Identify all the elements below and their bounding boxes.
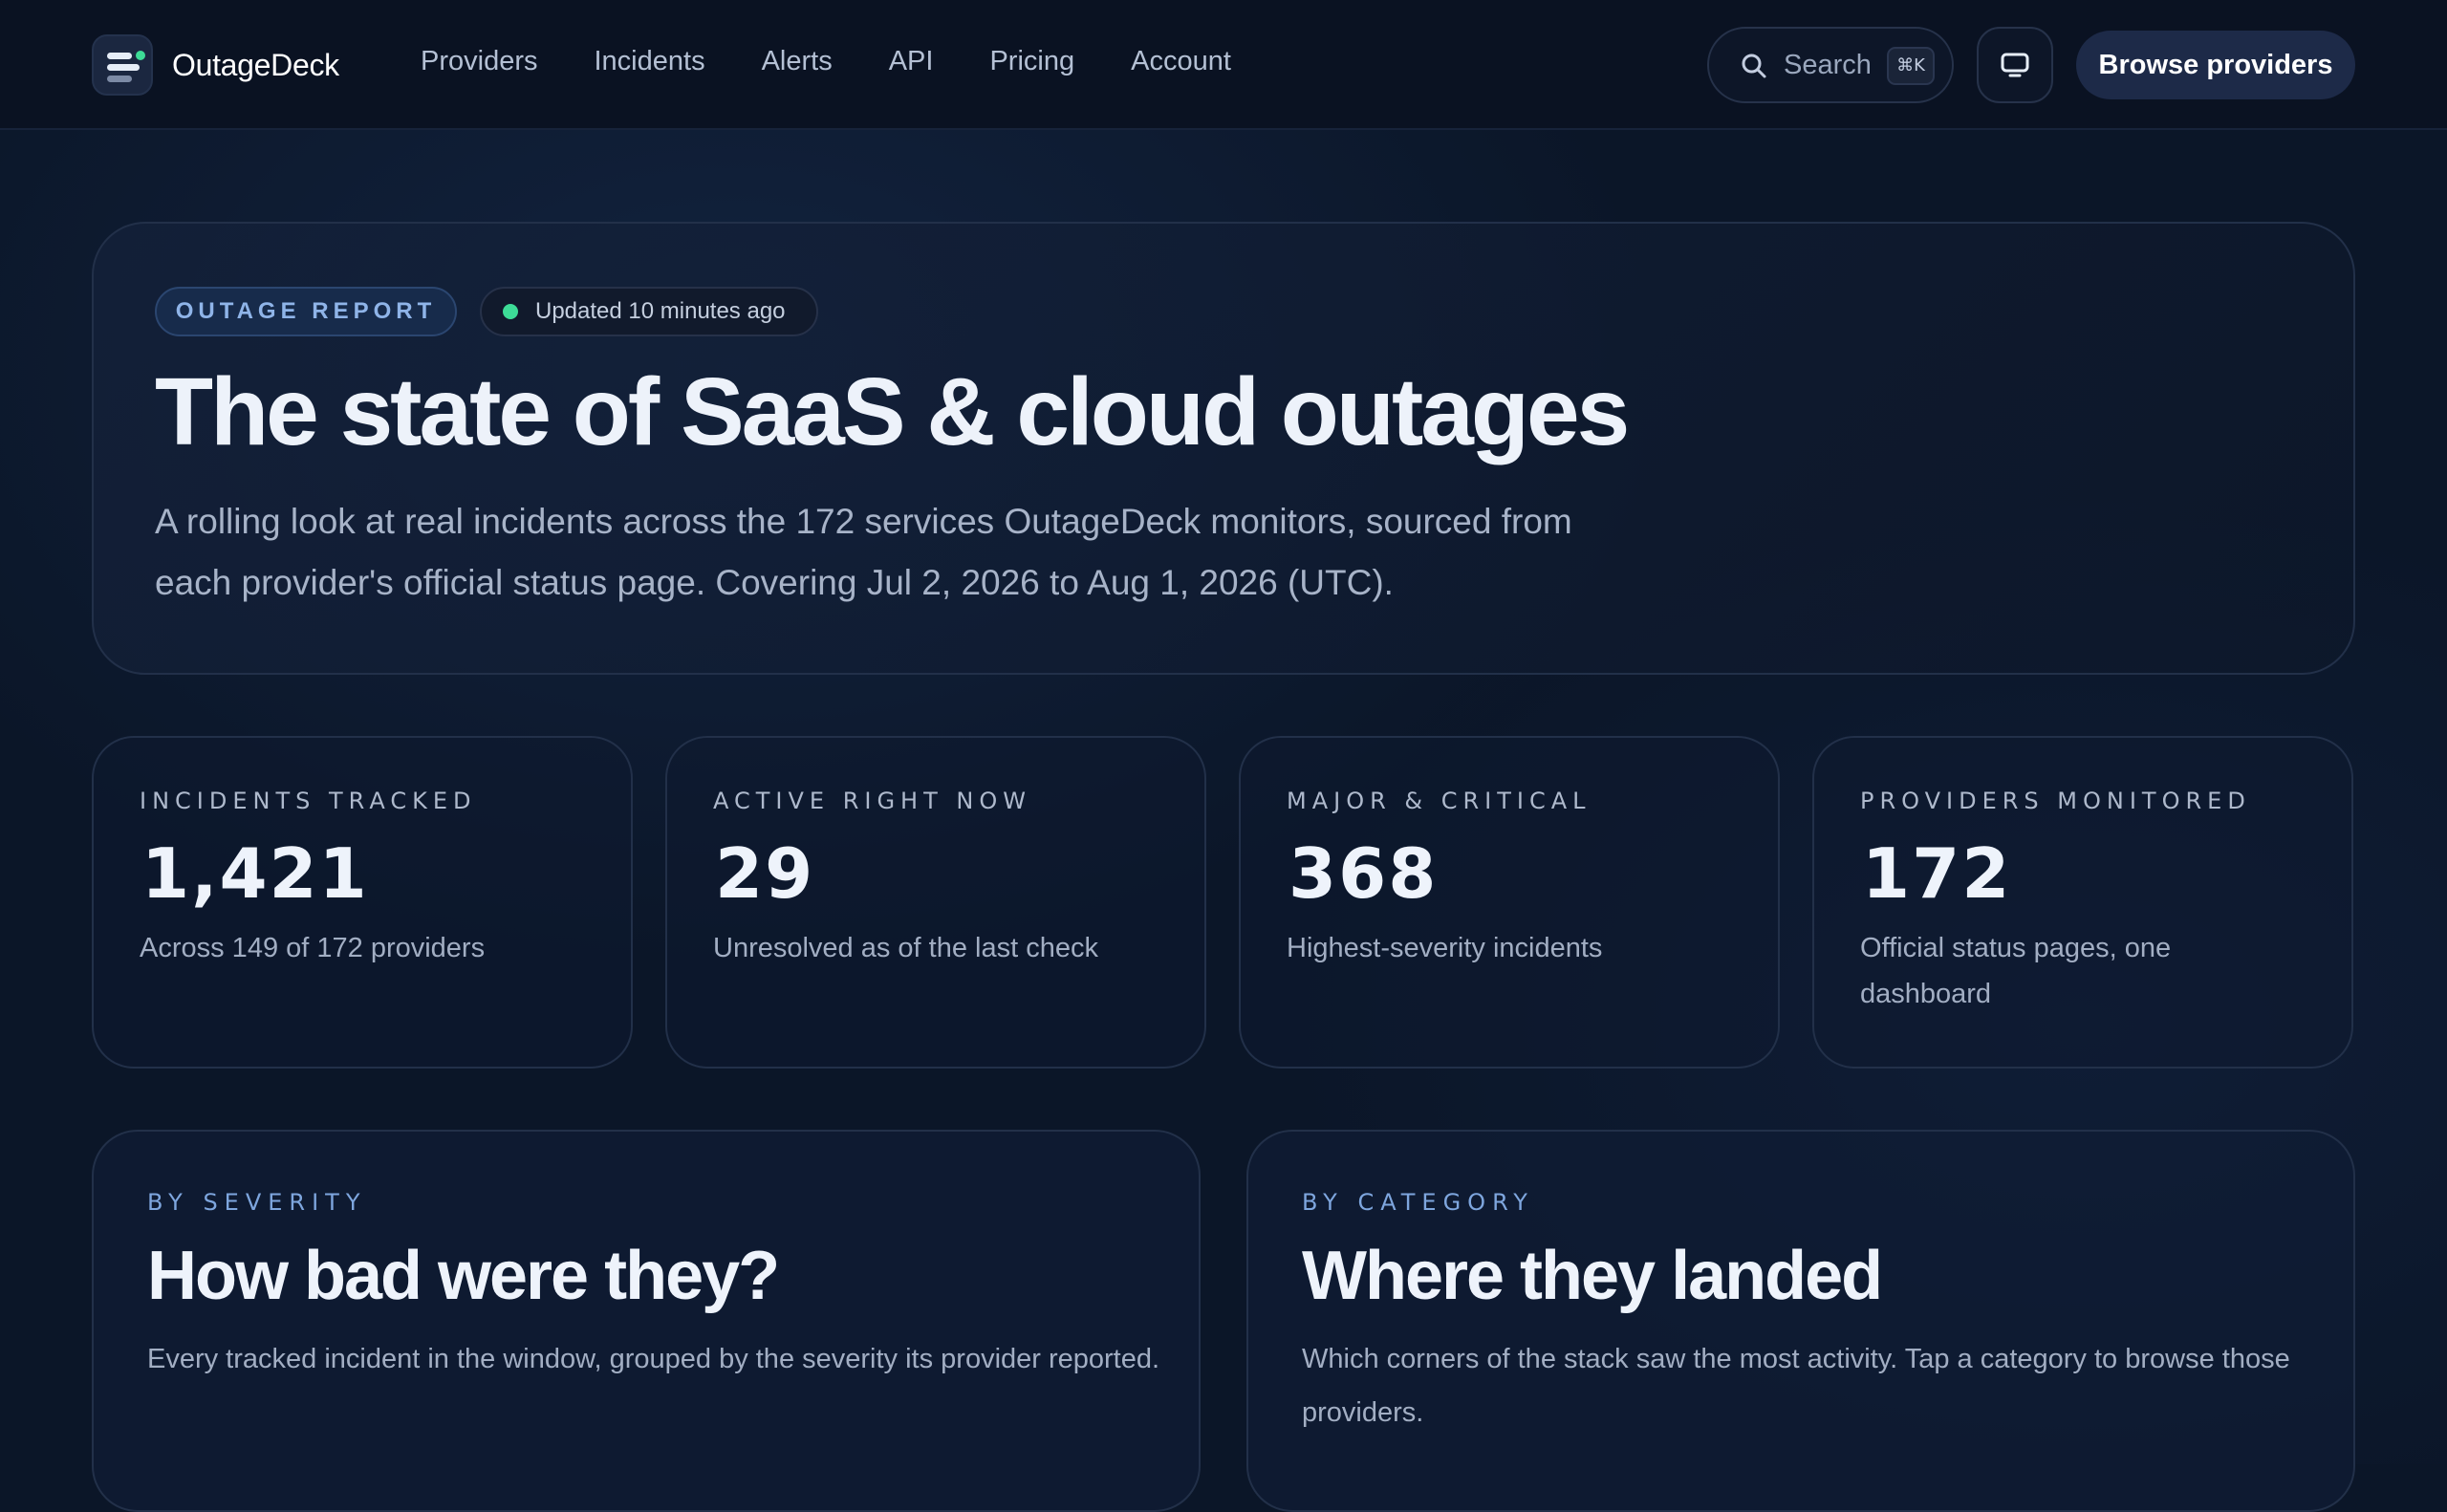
updated-text: Updated 10 minutes ago bbox=[535, 298, 786, 324]
section-kicker: BY SEVERITY bbox=[147, 1189, 367, 1216]
page-title: The state of SaaS & cloud outages bbox=[155, 358, 1630, 465]
browse-providers-button[interactable]: Browse providers bbox=[2076, 31, 2355, 99]
stat-description: Unresolved as of the last check bbox=[713, 933, 1098, 963]
nav-links: Providers Incidents Alerts API Pricing A… bbox=[421, 46, 1288, 77]
section-kicker: BY CATEGORY bbox=[1302, 1189, 1534, 1216]
live-status-dot-icon bbox=[503, 304, 518, 319]
nav-link-incidents[interactable]: Incidents bbox=[595, 46, 705, 77]
nav-link-account[interactable]: Account bbox=[1131, 46, 1231, 77]
app-name: OutageDeck bbox=[172, 47, 339, 82]
stat-description: Highest-severity incidents bbox=[1287, 933, 1603, 963]
search-shortcut-badge: ⌘K bbox=[1887, 47, 1935, 85]
nav-link-api[interactable]: API bbox=[889, 46, 934, 77]
search-icon bbox=[1742, 54, 1766, 78]
nav-link-pricing[interactable]: Pricing bbox=[989, 46, 1074, 77]
stat-label: MAJOR & CRITICAL bbox=[1287, 788, 1592, 814]
display-mode-button[interactable] bbox=[1977, 27, 2053, 103]
stat-value: 172 bbox=[1862, 833, 2012, 914]
section-description: Which corners of the stack saw the most … bbox=[1302, 1344, 2290, 1428]
hero-description: A rolling look at real incidents across … bbox=[155, 502, 1572, 602]
stat-description: Across 149 of 172 providers bbox=[140, 933, 486, 963]
nav-link-providers[interactable]: Providers bbox=[421, 46, 538, 77]
search-label: Search bbox=[1784, 50, 1872, 80]
stat-label: PROVIDERS MONITORED bbox=[1860, 788, 2251, 814]
logo-icon bbox=[92, 34, 153, 96]
stat-card-active-now: ACTIVE RIGHT NOW 29 Unresolved as of the… bbox=[665, 736, 1206, 1069]
stat-card-providers-monitored: PROVIDERS MONITORED 172 Official status … bbox=[1812, 736, 2353, 1069]
stat-value: 368 bbox=[1288, 833, 1439, 914]
section-title: How bad were they? bbox=[147, 1238, 780, 1314]
category-section: BY CATEGORY Where they landed Which corn… bbox=[1246, 1130, 2355, 1512]
severity-section: BY SEVERITY How bad were they? Every tra… bbox=[92, 1130, 1201, 1512]
stat-card-incidents-tracked: INCIDENTS TRACKED 1,421 Across 149 of 17… bbox=[92, 736, 633, 1069]
section-description: Every tracked incident in the window, gr… bbox=[147, 1344, 1160, 1374]
hero-card: OUTAGE REPORT Updated 10 minutes ago The… bbox=[92, 222, 2355, 675]
monitor-icon bbox=[2001, 53, 2029, 77]
nav-link-alerts[interactable]: Alerts bbox=[762, 46, 833, 77]
stat-value: 29 bbox=[715, 833, 815, 914]
stat-label: ACTIVE RIGHT NOW bbox=[713, 788, 1031, 814]
stat-value: 1,421 bbox=[141, 833, 369, 914]
stat-card-major-critical: MAJOR & CRITICAL 368 Highest-severity in… bbox=[1239, 736, 1780, 1069]
top-nav: OutageDeck Providers Incidents Alerts AP… bbox=[0, 0, 2447, 130]
logo[interactable]: OutageDeck bbox=[92, 34, 339, 96]
updated-badge: Updated 10 minutes ago bbox=[480, 287, 818, 336]
stat-description: Official status pages, one dashboard bbox=[1860, 933, 2172, 1009]
stat-label: INCIDENTS TRACKED bbox=[140, 788, 477, 814]
search-button[interactable]: Search ⌘K bbox=[1707, 27, 1954, 103]
report-badge: OUTAGE REPORT bbox=[155, 287, 457, 336]
section-title: Where they landed bbox=[1302, 1238, 1883, 1314]
